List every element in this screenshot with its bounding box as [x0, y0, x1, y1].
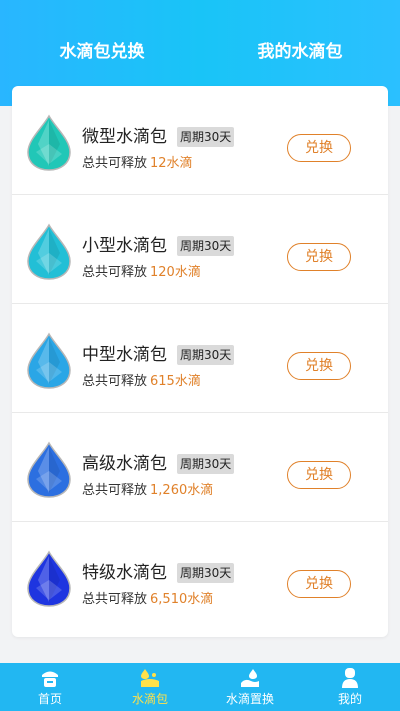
- release-label: 总共可释放: [82, 592, 148, 607]
- nav-label: 水滴包: [131, 692, 168, 706]
- release-amount: 615水滴: [150, 374, 201, 389]
- package-name: 小型水滴包: [82, 236, 167, 256]
- page: 水滴包兑换 我的水滴包 微型水滴包 周期30天 总共可释放 12水滴 兑换 小型水…: [0, 0, 400, 711]
- list-item: 特级水滴包 周期30天 总共可释放 6,510水滴 兑换: [12, 522, 388, 631]
- water-pack-icon: [141, 669, 159, 687]
- water-exchange-icon: [241, 669, 259, 687]
- royal-blue-droplet-gem-icon: [27, 441, 71, 498]
- bottom-nav: 首页 水滴包 水滴置换 我的: [0, 663, 400, 711]
- period-badge: 周期30天: [177, 236, 235, 256]
- period-badge: 周期30天: [177, 127, 235, 147]
- release-label: 总共可释放: [82, 265, 148, 280]
- blue-droplet-gem-icon: [27, 332, 71, 389]
- release-amount: 6,510水滴: [150, 592, 214, 607]
- release-info: 总共可释放 12水滴: [82, 152, 193, 171]
- nav-item-water-exchange[interactable]: 水滴置换: [200, 663, 300, 711]
- package-name: 高级水滴包: [82, 454, 167, 474]
- release-info: 总共可释放 1,260水滴: [82, 479, 213, 498]
- aqua-droplet-gem-icon: [27, 223, 71, 280]
- package-list: 微型水滴包 周期30天 总共可释放 12水滴 兑换 小型水滴包 周期30天 总共可…: [12, 86, 388, 637]
- package-name: 特级水滴包: [82, 563, 167, 583]
- nav-item-home[interactable]: 首页: [0, 663, 100, 711]
- nav-label: 水滴置换: [225, 692, 274, 706]
- package-name: 中型水滴包: [82, 345, 167, 365]
- period-badge: 周期30天: [177, 345, 235, 365]
- nav-label: 我的: [337, 692, 362, 706]
- teal-droplet-gem-icon: [27, 114, 71, 171]
- nav-item-water-pack[interactable]: 水滴包: [100, 663, 200, 711]
- exchange-button[interactable]: 兑换: [287, 352, 351, 380]
- deep-blue-droplet-gem-icon: [27, 550, 71, 607]
- tab-my-water-packs[interactable]: 我的水滴包: [240, 38, 360, 66]
- exchange-button[interactable]: 兑换: [287, 134, 351, 162]
- exchange-button[interactable]: 兑换: [287, 461, 351, 489]
- period-badge: 周期30天: [177, 454, 235, 474]
- nav-item-profile[interactable]: 我的: [300, 663, 400, 711]
- release-label: 总共可释放: [82, 374, 148, 389]
- release-label: 总共可释放: [82, 156, 148, 171]
- nav-label: 首页: [37, 692, 62, 706]
- exchange-button[interactable]: 兑换: [287, 243, 351, 271]
- exchange-button[interactable]: 兑换: [287, 570, 351, 598]
- home-icon: [42, 671, 58, 687]
- list-item: 小型水滴包 周期30天 总共可释放 120水滴 兑换: [12, 195, 388, 304]
- list-item: 微型水滴包 周期30天 总共可释放 12水滴 兑换: [12, 86, 388, 195]
- release-label: 总共可释放: [82, 483, 148, 498]
- profile-icon: [342, 668, 358, 688]
- package-name: 微型水滴包: [82, 127, 167, 147]
- list-item: 中型水滴包 周期30天 总共可释放 615水滴 兑换: [12, 304, 388, 413]
- release-amount: 12水滴: [150, 156, 193, 171]
- list-item: 高级水滴包 周期30天 总共可释放 1,260水滴 兑换: [12, 413, 388, 522]
- release-info: 总共可释放 120水滴: [82, 261, 201, 280]
- release-info: 总共可释放 615水滴: [82, 370, 201, 389]
- release-amount: 120水滴: [150, 265, 201, 280]
- period-badge: 周期30天: [177, 563, 235, 583]
- tab-water-pack-exchange[interactable]: 水滴包兑换: [42, 38, 162, 66]
- release-amount: 1,260水滴: [150, 483, 214, 498]
- release-info: 总共可释放 6,510水滴: [82, 588, 213, 607]
